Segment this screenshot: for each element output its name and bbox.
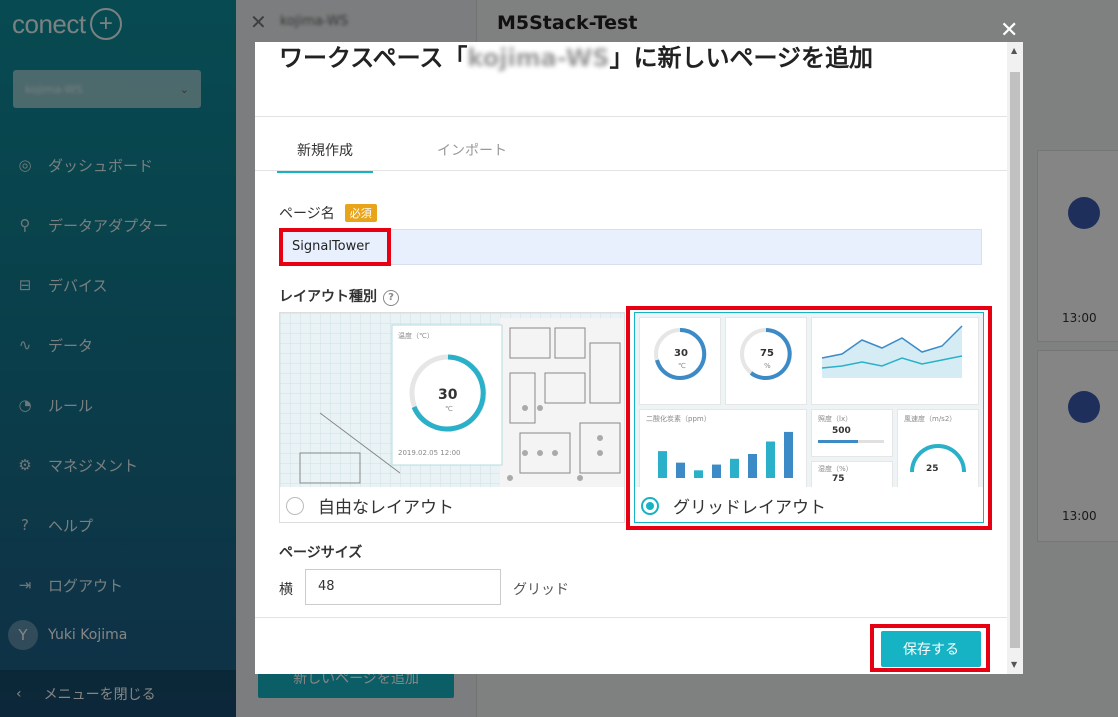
width-input[interactable]: 48 — [305, 569, 501, 605]
divider — [255, 617, 1007, 618]
close-modal-icon[interactable]: ✕ — [1000, 18, 1018, 43]
free-layout-preview: 温度（℃） 30 ℃ 2019.02.05 12:00 — [280, 313, 624, 487]
scroll-up-icon[interactable]: ▲ — [1011, 46, 1017, 55]
modal-title-workspace: kojima-WS — [467, 44, 610, 72]
modal-title-prefix: ワークスペース「 — [279, 44, 468, 72]
highlight-box — [870, 624, 990, 672]
free-widget-value: 30 — [438, 387, 458, 403]
add-page-modal: ワークスペース「kojima-WS」に新しいページを追加 新規作成 インポート … — [255, 42, 1023, 674]
tab-new[interactable]: 新規作成 — [277, 136, 373, 173]
help-icon[interactable]: ? — [383, 290, 399, 306]
layout-type-label: レイアウト種別? — [279, 286, 399, 306]
required-badge: 必須 — [344, 204, 377, 222]
page-name-label: ページ名 必須 — [279, 203, 377, 223]
free-widget-date: 2019.02.05 12:00 — [398, 449, 461, 457]
highlight-box — [626, 306, 992, 530]
modal-scrollbar[interactable]: ▲ ▼ — [1007, 42, 1023, 674]
free-widget-title: 温度（℃） — [398, 332, 434, 340]
free-widget-unit: ℃ — [445, 405, 453, 413]
layout-type-label-text: レイアウト種別 — [279, 289, 377, 305]
modal-title-suffix: 」に新しいページを追加 — [609, 44, 874, 72]
scrollbar-thumb[interactable] — [1010, 72, 1020, 648]
free-layout-label: 自由なレイアウト — [318, 498, 454, 518]
modal-tabs: 新規作成 インポート — [277, 136, 527, 173]
page-name-label-text: ページ名 — [279, 206, 335, 222]
page-size-label: ページサイズ — [279, 545, 363, 561]
grid-unit-label: グリッド — [513, 582, 569, 598]
width-label: 横 — [279, 582, 293, 598]
layout-option-free[interactable]: 温度（℃） 30 ℃ 2019.02.05 12:00 自由なレイアウト — [279, 312, 625, 523]
modal-title: ワークスペース「kojima-WS」に新しいページを追加 — [279, 42, 899, 74]
divider — [255, 170, 1007, 171]
scroll-down-icon[interactable]: ▼ — [1011, 660, 1017, 669]
free-layout-radio[interactable] — [286, 496, 304, 515]
divider — [255, 116, 1007, 117]
highlight-box — [279, 228, 391, 266]
free-layout-option[interactable]: 自由なレイアウト — [286, 493, 454, 518]
tab-import[interactable]: インポート — [417, 136, 527, 173]
